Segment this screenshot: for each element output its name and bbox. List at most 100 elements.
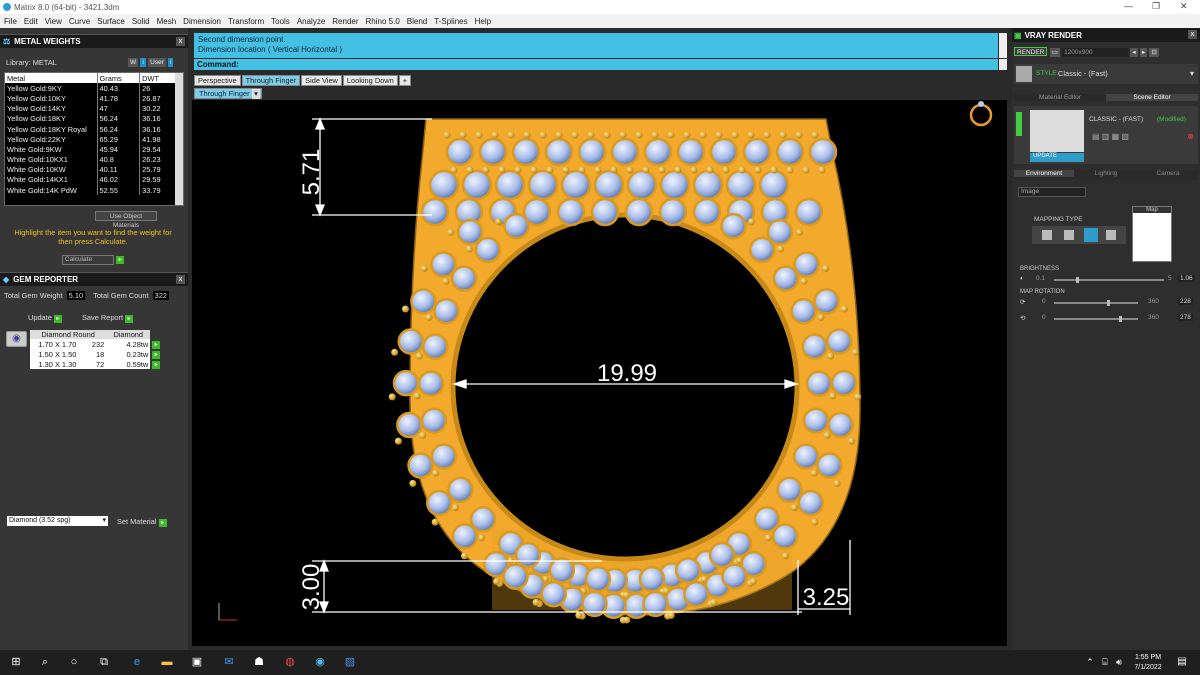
table-row[interactable]: Yellow Gold:10KY 41.78 26.87	[5, 93, 177, 104]
rotation2-value[interactable]: 278	[1178, 314, 1193, 321]
matrix-icon[interactable]: ◉	[313, 655, 327, 669]
menu-help[interactable]: Help	[475, 17, 491, 26]
brightness-value[interactable]: 1.06	[1178, 275, 1195, 282]
collapse-icon[interactable]	[1016, 112, 1022, 136]
preset-icons[interactable]: ▤ ▥ ▦ ▧	[1092, 132, 1129, 141]
save-report-go-icon[interactable]: ▸	[125, 315, 134, 323]
resolution-icon[interactable]: ▭	[1049, 48, 1060, 57]
user-button[interactable]: User	[148, 58, 166, 67]
menu-view[interactable]: View	[45, 17, 62, 26]
tab-perspective[interactable]: Perspective	[194, 75, 241, 86]
status-scrollbar[interactable]	[999, 33, 1007, 58]
menu-transform[interactable]: Transform	[228, 17, 264, 26]
user-info-icon[interactable]: i	[168, 58, 174, 67]
tab-through-finger[interactable]: Through Finger	[241, 75, 301, 86]
set-material-button[interactable]: Set Material	[117, 517, 156, 526]
preset-thumb[interactable]	[1030, 110, 1084, 152]
select-gems-icon[interactable]: ▸	[152, 351, 161, 359]
col-metal[interactable]: Metal	[5, 73, 98, 84]
menu-tools[interactable]: Tools	[271, 17, 290, 26]
table-row[interactable]: Yellow Gold:9KY 40.43 26	[5, 83, 177, 94]
weight-unit-button[interactable]: W	[128, 58, 139, 67]
viewport-3d[interactable]: 5.71 19.99 3.00 3.25	[192, 100, 1007, 646]
rotation1-knob[interactable]	[1107, 300, 1111, 306]
env-type-select[interactable]: Image	[1018, 187, 1086, 197]
rhino-icon[interactable]: ☗	[252, 655, 266, 669]
ring-gizmo-icon[interactable]	[969, 101, 993, 127]
table-row[interactable]: Yellow Gold:18KY Royal 56.24 36.16	[5, 123, 177, 135]
menu-file[interactable]: File	[4, 17, 17, 26]
volume-icon[interactable]: 🔊︎	[1112, 655, 1126, 669]
menu-solid[interactable]: Solid	[132, 17, 150, 26]
select-gems-icon[interactable]: ▸	[152, 361, 161, 369]
mapping-cube-icon[interactable]	[1064, 230, 1074, 240]
search-icon[interactable]: ⌕	[38, 655, 52, 669]
style-value[interactable]: Classic - (Fast)	[1058, 69, 1108, 78]
start-icon[interactable]: ⊞	[9, 655, 23, 669]
chevron-down-icon[interactable]: ▾	[1190, 69, 1194, 78]
tab-add[interactable]: +	[398, 75, 412, 86]
menu-rhino[interactable]: Rhino 5.0	[366, 17, 400, 26]
network-icon[interactable]: ⌸	[1098, 655, 1112, 669]
mapping-plane-icon[interactable]	[1042, 230, 1052, 240]
mapping-cylinder-icon[interactable]	[1084, 228, 1098, 242]
menu-edit[interactable]: Edit	[24, 17, 38, 26]
tab-camera[interactable]: Camera	[1138, 170, 1198, 177]
info-icon[interactable]: i	[140, 58, 146, 67]
rotation2-knob[interactable]	[1118, 316, 1122, 322]
mapping-sphere-icon[interactable]	[1106, 230, 1116, 240]
menu-analyze[interactable]: Analyze	[297, 17, 325, 26]
close-icon[interactable]: x	[176, 275, 185, 284]
command-bar[interactable]: Command:	[194, 59, 998, 70]
clock[interactable]: 1:55 PM 7/1/2022	[1130, 653, 1166, 673]
table-row[interactable]: Yellow Gold:18KY 56.24 36.16	[5, 113, 177, 124]
metal-table-scrollbar[interactable]	[175, 73, 183, 205]
edge-icon[interactable]: e	[130, 655, 144, 669]
delete-icon[interactable]: ⊗	[1187, 132, 1194, 141]
menu-mesh[interactable]: Mesh	[157, 17, 177, 26]
table-row[interactable]: White Gold:9KW 45.94 29.54	[5, 144, 177, 155]
photos-icon[interactable]: ▧	[343, 655, 357, 669]
menu-dimension[interactable]: Dimension	[183, 17, 221, 26]
calculate-go-icon[interactable]: ▸	[116, 256, 125, 264]
table-row[interactable]: 1.50 X 1.50 18 0.23tw ▸	[30, 349, 166, 359]
table-row[interactable]: Yellow Gold:22KY 65.29 41.98	[5, 134, 177, 145]
table-row[interactable]: 1.70 X 1.70 232 4.28tw ▸	[30, 339, 166, 349]
menu-curve[interactable]: Curve	[69, 17, 90, 26]
prev-icon[interactable]: ◂	[1130, 48, 1138, 57]
tab-lighting[interactable]: Lighting	[1076, 170, 1136, 177]
update-button[interactable]: UPDATE	[1030, 153, 1084, 162]
save-report-button[interactable]: Save Report	[82, 313, 123, 322]
store-icon[interactable]: ▣	[190, 655, 204, 669]
maximize-icon[interactable]: ❐	[1152, 1, 1160, 12]
tab-material-editor[interactable]: Material Editor	[1014, 94, 1106, 101]
close-icon[interactable]: ✕	[1180, 1, 1188, 12]
table-row[interactable]: 1.30 X 1.30 72 0.59tw ▸	[30, 359, 166, 369]
select-gems-icon[interactable]: ▸	[152, 341, 161, 349]
tab-side-view[interactable]: Side View	[301, 75, 342, 86]
table-row[interactable]: White Gold:14KX1 46.02 29.59	[5, 174, 177, 186]
tray-chevron-icon[interactable]: ⌃	[1083, 655, 1097, 669]
menu-render[interactable]: Render	[332, 17, 358, 26]
table-row[interactable]: Yellow Gold:14KY 47 30.22	[5, 103, 177, 114]
settings-icon[interactable]: ⊡	[1149, 48, 1159, 57]
map-preview[interactable]: Map	[1132, 206, 1172, 262]
calculate-button[interactable]: Calculate	[62, 255, 114, 265]
notifications-icon[interactable]: ▤	[1175, 655, 1189, 669]
menu-surface[interactable]: Surface	[97, 17, 125, 26]
cortana-icon[interactable]: ○	[67, 655, 81, 669]
table-row[interactable]: White Gold:10KX1 40.8 26.23	[5, 154, 177, 165]
render-button[interactable]: RENDER	[1014, 47, 1048, 56]
brightness-slider[interactable]	[1054, 277, 1164, 283]
col-grams[interactable]: Grams	[97, 73, 141, 84]
mail-icon[interactable]: ✉	[222, 655, 236, 669]
menu-blend[interactable]: Blend	[407, 17, 427, 26]
update-go-icon[interactable]: ▸	[53, 315, 62, 323]
table-row[interactable]: White Gold:10KW 40.11 25.79	[5, 164, 177, 175]
resolution-field[interactable]: 1200x900	[1062, 48, 1129, 57]
task-view-icon[interactable]: ⧉	[97, 655, 111, 669]
file-explorer-icon[interactable]: ▬	[160, 655, 174, 669]
chrome-icon[interactable]: ◍	[283, 655, 297, 669]
tab-scene-editor[interactable]: Scene Editor	[1106, 94, 1198, 101]
use-object-materials-button[interactable]: Use Object Materials	[95, 211, 157, 229]
